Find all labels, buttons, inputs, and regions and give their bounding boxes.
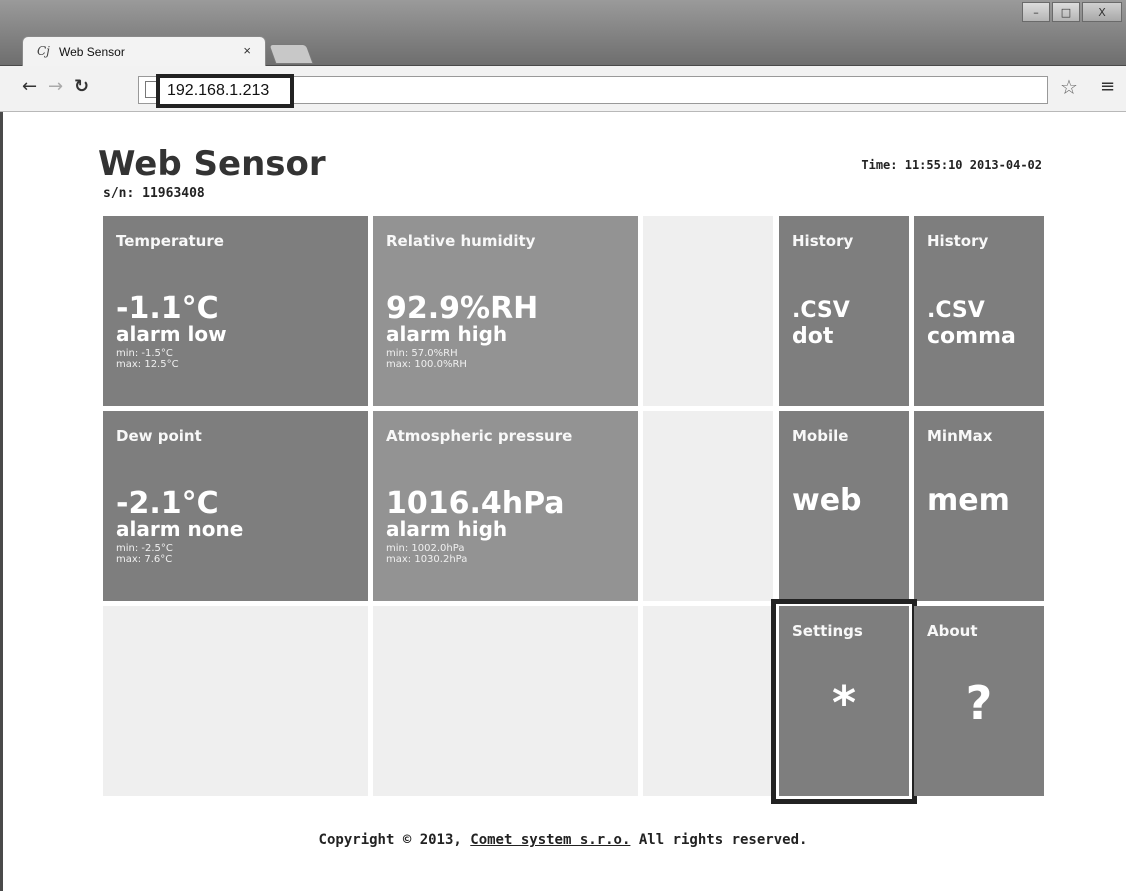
maximize-button[interactable]: □ — [1052, 2, 1080, 22]
temperature-value: -1.1°C — [116, 291, 219, 326]
dew-point-max: max: 7.6°C — [116, 554, 173, 565]
tile-label: Atmospheric pressure — [386, 427, 573, 445]
temperature-min: min: -1.5°C — [116, 348, 173, 359]
empty-tile — [103, 606, 368, 796]
browser-tab[interactable]: Cj Web Sensor × — [22, 36, 266, 66]
browser-titlebar: Cj Web Sensor × – □ X — [0, 0, 1126, 66]
new-tab-button[interactable] — [268, 44, 314, 64]
pressure-max: max: 1030.2hPa — [386, 554, 468, 565]
tile-label: About — [927, 622, 978, 640]
page-title: Web Sensor — [98, 144, 326, 184]
company-link[interactable]: Comet system s.r.o. — [470, 832, 630, 848]
tile-label: Relative humidity — [386, 232, 536, 250]
close-window-button[interactable]: X — [1082, 2, 1122, 22]
tile-minmax[interactable]: MinMax mem — [914, 411, 1044, 601]
humidity-alarm: alarm high — [386, 322, 508, 346]
history-dot-format: .CSV — [792, 298, 850, 323]
tile-about[interactable]: About ? — [914, 606, 1044, 796]
favicon-icon: Cj — [37, 44, 50, 58]
tile-mobile-web[interactable]: Mobile web — [779, 411, 909, 601]
humidity-max: max: 100.0%RH — [386, 359, 467, 370]
footer-suffix: All rights reserved. — [630, 832, 808, 848]
pressure-alarm: alarm high — [386, 517, 508, 541]
tile-settings[interactable]: Settings * — [779, 606, 909, 796]
tab-title: Web Sensor — [59, 45, 125, 59]
empty-tile — [643, 216, 773, 406]
empty-tile — [373, 606, 638, 796]
close-tab-icon[interactable]: × — [243, 43, 251, 58]
history-comma-format: .CSV — [927, 298, 985, 323]
tile-dew-point[interactable]: Dew point -2.1°C alarm none min: -2.5°C … — [103, 411, 368, 601]
forward-arrow-icon[interactable]: → — [48, 77, 63, 97]
serial-number: s/n: 11963408 — [103, 186, 205, 201]
asterisk-icon: * — [831, 676, 857, 730]
footer: Copyright © 2013, Comet system s.r.o. Al… — [0, 832, 1126, 848]
tile-history-comma[interactable]: History .CSV comma — [914, 216, 1044, 406]
tile-label: History — [927, 232, 989, 250]
history-comma-separator: comma — [927, 324, 1016, 349]
tile-label: Dew point — [116, 427, 202, 445]
question-mark-icon: ? — [965, 676, 993, 730]
reload-icon[interactable]: ↻ — [74, 77, 89, 97]
minmax-text: mem — [927, 483, 1010, 518]
pressure-value: 1016.4hPa — [386, 486, 565, 521]
mobile-web-text: web — [792, 483, 862, 518]
menu-icon[interactable]: ≡ — [1100, 76, 1115, 97]
tile-history-dot[interactable]: History .CSV dot — [779, 216, 909, 406]
pressure-min: min: 1002.0hPa — [386, 543, 465, 554]
temperature-alarm: alarm low — [116, 322, 227, 346]
history-dot-separator: dot — [792, 324, 834, 349]
minimize-button[interactable]: – — [1022, 2, 1050, 22]
tile-label: History — [792, 232, 854, 250]
window-frame — [0, 112, 3, 891]
humidity-value: 92.9%RH — [386, 291, 539, 326]
dew-point-alarm: alarm none — [116, 517, 244, 541]
tile-pressure[interactable]: Atmospheric pressure 1016.4hPa alarm hig… — [373, 411, 638, 601]
humidity-min: min: 57.0%RH — [386, 348, 458, 359]
window-controls: – □ X — [1022, 2, 1122, 22]
bookmark-star-icon[interactable]: ☆ — [1060, 75, 1078, 99]
temperature-max: max: 12.5°C — [116, 359, 179, 370]
dew-point-value: -2.1°C — [116, 486, 219, 521]
url-input[interactable]: 192.168.1.213 — [156, 74, 294, 108]
footer-prefix: Copyright © 2013, — [318, 832, 471, 848]
tile-label: Temperature — [116, 232, 224, 250]
empty-tile — [643, 606, 773, 796]
tile-label: Settings — [792, 622, 863, 640]
tile-label: Mobile — [792, 427, 849, 445]
current-time: Time: 11:55:10 2013-04-02 — [861, 158, 1042, 172]
back-arrow-icon[interactable]: ← — [22, 77, 37, 97]
dew-point-min: min: -2.5°C — [116, 543, 173, 554]
tile-temperature[interactable]: Temperature -1.1°C alarm low min: -1.5°C… — [103, 216, 368, 406]
tile-humidity[interactable]: Relative humidity 92.9%RH alarm high min… — [373, 216, 638, 406]
empty-tile — [643, 411, 773, 601]
tile-label: MinMax — [927, 427, 993, 445]
